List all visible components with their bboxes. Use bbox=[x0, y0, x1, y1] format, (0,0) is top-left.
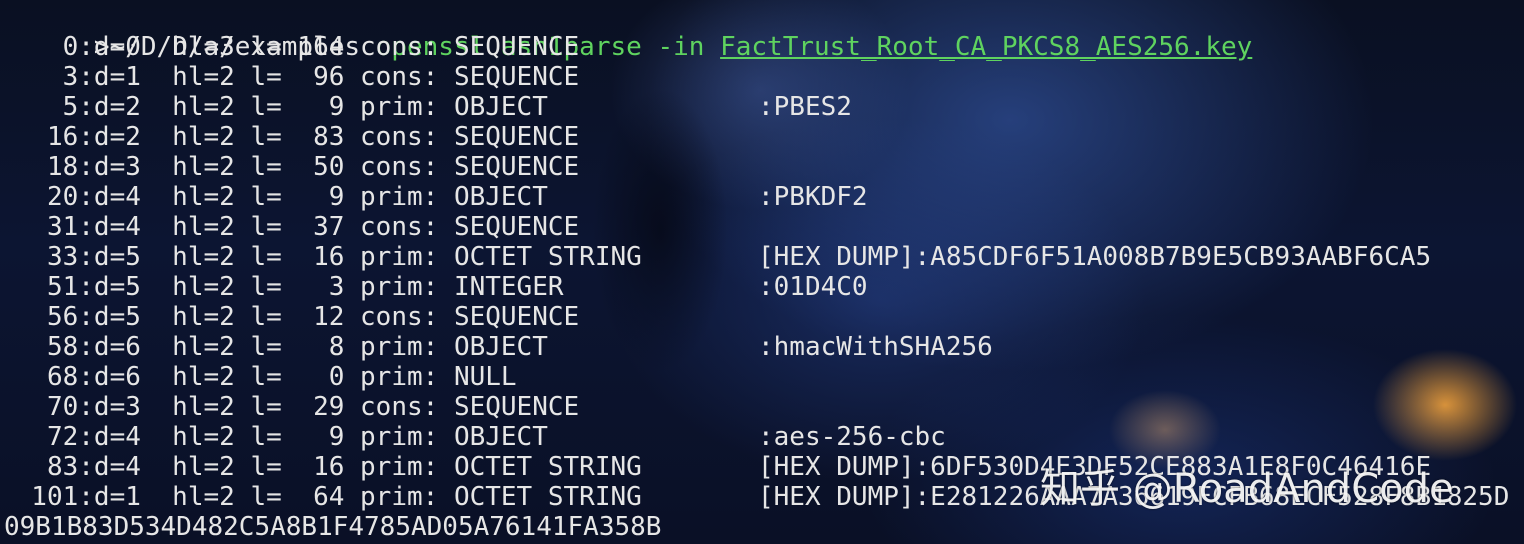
asn1-row-structure: 16:d=2 hl=2 l= 83 cons: SEQUENCE bbox=[0, 122, 580, 152]
asn1-row-structure: 68:d=6 hl=2 l= 0 prim: NULL bbox=[0, 362, 517, 392]
asn1-row-value: [HEX DUMP]:A85CDF6F51A008B7B9E5CB93AABF6… bbox=[758, 242, 1432, 272]
asn1-row-structure: 5:d=2 hl=2 l= 9 prim: OBJECT bbox=[0, 92, 548, 122]
asn1-row-structure: 33:d=5 hl=2 l= 16 prim: OCTET STRING bbox=[0, 242, 642, 272]
asn1-row-structure: 0:d=0 hl=3 l= 164 cons: SEQUENCE bbox=[0, 32, 580, 62]
asn1-row-structure: 70:d=3 hl=2 l= 29 cons: SEQUENCE bbox=[0, 392, 580, 422]
hex-dump-continuation-line: 09B1B83D534D482C5A8B1F4785AD05A76141FA35… bbox=[4, 512, 662, 542]
asn1-row-value: :PBKDF2 bbox=[758, 182, 868, 212]
asn1-row-value: :01D4C0 bbox=[758, 272, 868, 302]
asn1-row-structure: 18:d=3 hl=2 l= 50 cons: SEQUENCE bbox=[0, 152, 580, 182]
zhihu-watermark: 知乎 @RoadAndCode bbox=[1040, 466, 1454, 512]
asn1-row-structure: 83:d=4 hl=2 l= 16 prim: OCTET STRING bbox=[0, 452, 642, 482]
terminal-window[interactable]: >~/D/D/a/examples openssl asn1parse -in … bbox=[0, 0, 1524, 544]
asn1-row-structure: 58:d=6 hl=2 l= 8 prim: OBJECT bbox=[0, 332, 548, 362]
command-file-link[interactable]: FactTrust_Root_CA_PKCS8_AES256.key bbox=[720, 32, 1252, 62]
asn1-row-structure: 3:d=1 hl=2 l= 96 cons: SEQUENCE bbox=[0, 62, 580, 92]
wallpaper-figure-silhouette bbox=[560, 10, 760, 410]
asn1-row-structure: 51:d=5 hl=2 l= 3 prim: INTEGER bbox=[0, 272, 564, 302]
asn1-row-value: :aes-256-cbc bbox=[758, 422, 946, 452]
asn1-row-structure: 101:d=1 hl=2 l= 64 prim: OCTET STRING bbox=[0, 482, 642, 512]
asn1-row-structure: 72:d=4 hl=2 l= 9 prim: OBJECT bbox=[0, 422, 548, 452]
asn1-row-structure: 31:d=4 hl=2 l= 37 cons: SEQUENCE bbox=[0, 212, 580, 242]
asn1-row-value: :hmacWithSHA256 bbox=[758, 332, 993, 362]
asn1-row-structure: 20:d=4 hl=2 l= 9 prim: OBJECT bbox=[0, 182, 548, 212]
asn1-row-structure: 56:d=5 hl=2 l= 12 cons: SEQUENCE bbox=[0, 302, 580, 332]
command-prompt-line[interactable]: >~/D/D/a/examples openssl asn1parse -in … bbox=[0, 2, 1252, 62]
asn1-row-value: :PBES2 bbox=[758, 92, 852, 122]
